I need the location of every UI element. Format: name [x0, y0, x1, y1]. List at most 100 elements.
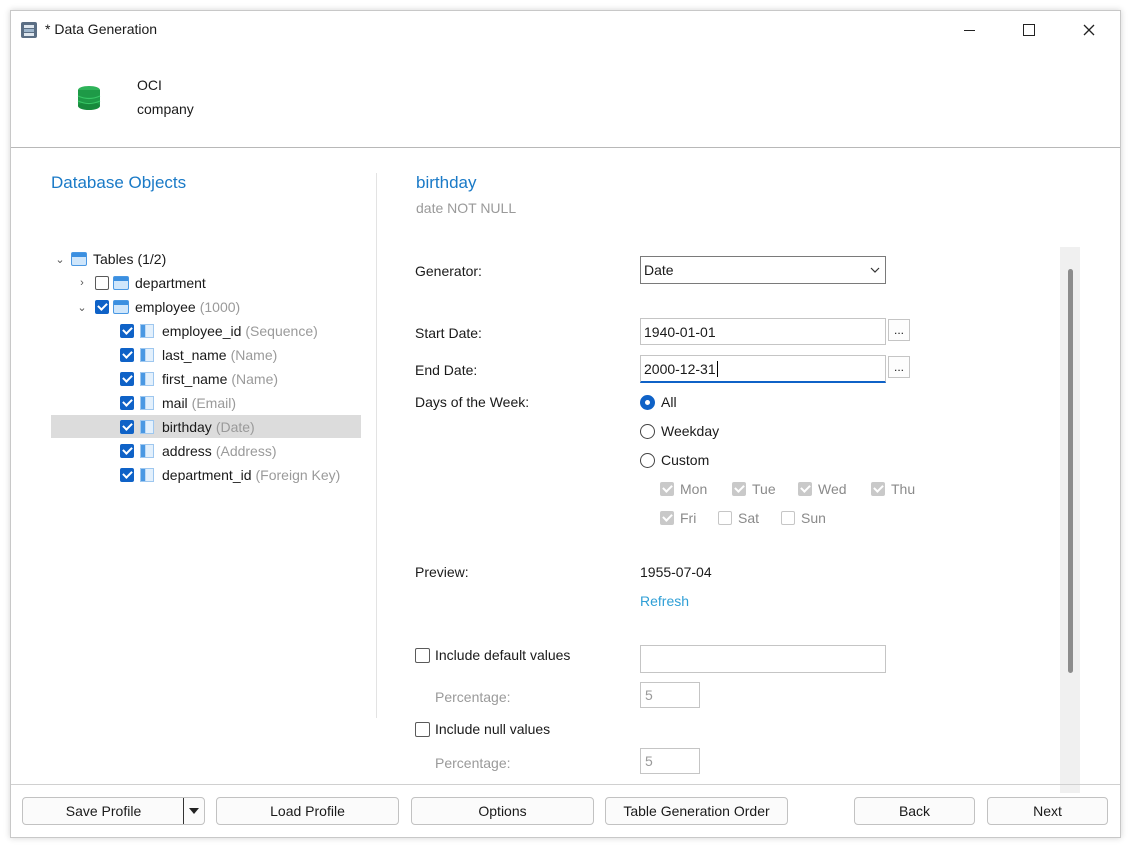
- day-thu-checkbox[interactable]: [871, 482, 885, 496]
- tree-node-column[interactable]: first_name (Name): [120, 368, 278, 390]
- chevron-down-icon[interactable]: ⌄: [53, 253, 67, 266]
- radio-weekday-label: Weekday: [661, 423, 720, 439]
- day-wed-checkbox[interactable]: [798, 482, 812, 496]
- tree-node-department[interactable]: › department: [75, 272, 206, 294]
- minimize-icon: [963, 29, 975, 31]
- day-wed[interactable]: Wed: [798, 481, 847, 497]
- app-icon: [21, 22, 37, 38]
- radio-all[interactable]: All: [640, 394, 677, 410]
- column-label: mail: [162, 395, 188, 411]
- minimize-button[interactable]: [946, 11, 992, 49]
- day-sun-label: Sun: [801, 510, 826, 526]
- day-fri[interactable]: Fri: [660, 510, 696, 526]
- day-fri-label: Fri: [680, 510, 697, 526]
- column-generator: (Foreign Key): [255, 467, 341, 483]
- tables-icon: [71, 252, 87, 266]
- end-date-browse-button[interactable]: ...: [888, 356, 910, 378]
- close-button[interactable]: [1066, 11, 1112, 49]
- radio-weekday-button[interactable]: [640, 423, 655, 439]
- save-profile-dropdown[interactable]: [183, 798, 204, 824]
- day-fri-checkbox[interactable]: [660, 511, 674, 525]
- generator-select[interactable]: Date: [640, 256, 886, 284]
- tree-node-column[interactable]: last_name (Name): [120, 344, 277, 366]
- tables-label: Tables: [93, 251, 134, 267]
- refresh-link[interactable]: Refresh: [640, 593, 689, 609]
- maximize-button[interactable]: [1006, 11, 1052, 49]
- column-checkbox[interactable]: [120, 396, 134, 410]
- employee-checkbox[interactable]: [95, 300, 109, 314]
- title-bar: * Data Generation: [11, 11, 1120, 49]
- start-date-browse-button[interactable]: ...: [888, 319, 910, 341]
- default-percentage-label: Percentage:: [435, 689, 511, 705]
- include-default-checkbox[interactable]: [415, 647, 430, 663]
- objects-heading: Database Objects: [51, 173, 187, 192]
- day-sun-checkbox[interactable]: [781, 511, 795, 525]
- day-sat[interactable]: Sat: [718, 510, 759, 526]
- radio-custom[interactable]: Custom: [640, 452, 709, 468]
- default-percentage-input[interactable]: 5: [640, 682, 700, 708]
- tree-node-tables[interactable]: ⌄ Tables (1/2): [53, 248, 166, 270]
- radio-all-button[interactable]: [640, 394, 655, 410]
- tree-node-column[interactable]: address (Address): [120, 440, 277, 462]
- column-generator: (Sequence): [245, 323, 318, 339]
- tree-node-employee[interactable]: ⌄ employee (1000): [75, 296, 240, 318]
- radio-weekday[interactable]: Weekday: [640, 423, 719, 439]
- table-icon: [113, 300, 129, 314]
- radio-custom-button[interactable]: [640, 452, 655, 468]
- column-checkbox[interactable]: [120, 324, 134, 338]
- tree-node-column-selected[interactable]: birthday (Date): [120, 416, 255, 438]
- day-mon[interactable]: Mon: [660, 481, 707, 497]
- column-checkbox[interactable]: [120, 468, 134, 482]
- column-label: birthday: [162, 419, 212, 435]
- day-tue[interactable]: Tue: [732, 481, 776, 497]
- column-generator: (Address): [215, 443, 277, 459]
- text-cursor: [716, 360, 718, 377]
- radio-custom-label: Custom: [661, 452, 710, 468]
- tree-node-column[interactable]: employee_id (Sequence): [120, 320, 318, 342]
- include-default-label: Include default values: [435, 647, 571, 663]
- column-heading: birthday: [416, 173, 477, 192]
- footer-divider: [11, 784, 1120, 785]
- include-null-option[interactable]: Include null values: [415, 721, 550, 737]
- include-default-option[interactable]: Include default values: [415, 647, 570, 663]
- department-checkbox[interactable]: [95, 276, 109, 290]
- column-label: department_id: [162, 467, 252, 483]
- column-checkbox[interactable]: [120, 420, 134, 434]
- connection-name: OCI: [137, 77, 162, 93]
- column-generator: (Name): [230, 347, 278, 363]
- start-date-input[interactable]: 1940-01-01: [640, 318, 886, 345]
- save-profile-button[interactable]: Save Profile: [22, 797, 205, 825]
- next-button[interactable]: Next: [987, 797, 1108, 825]
- table-icon: [113, 276, 129, 290]
- database-name: company: [137, 101, 194, 117]
- day-tue-label: Tue: [752, 481, 776, 497]
- column-label: employee_id: [162, 323, 242, 339]
- day-sun[interactable]: Sun: [781, 510, 826, 526]
- triangle-down-icon: [189, 808, 199, 814]
- day-sat-label: Sat: [738, 510, 760, 526]
- maximize-icon: [1023, 24, 1035, 36]
- database-icon: [77, 86, 101, 110]
- day-mon-checkbox[interactable]: [660, 482, 674, 496]
- back-button[interactable]: Back: [854, 797, 975, 825]
- include-null-checkbox[interactable]: [415, 721, 430, 737]
- load-profile-button[interactable]: Load Profile: [216, 797, 399, 825]
- column-checkbox[interactable]: [120, 444, 134, 458]
- day-sat-checkbox[interactable]: [718, 511, 732, 525]
- chevron-right-icon[interactable]: ›: [75, 277, 89, 289]
- details-scrollbar-thumb[interactable]: [1068, 269, 1073, 673]
- column-checkbox[interactable]: [120, 372, 134, 386]
- chevron-down-icon[interactable]: ⌄: [75, 301, 89, 314]
- column-checkbox[interactable]: [120, 348, 134, 362]
- day-thu-label: Thu: [891, 481, 916, 497]
- tree-node-column[interactable]: mail (Email): [120, 392, 236, 414]
- tree-node-column[interactable]: department_id (Foreign Key): [120, 464, 340, 486]
- end-date-input[interactable]: 2000-12-31: [640, 355, 886, 383]
- day-tue-checkbox[interactable]: [732, 482, 746, 496]
- end-date-value: 2000-12-31: [644, 360, 716, 377]
- day-thu[interactable]: Thu: [871, 481, 915, 497]
- null-percentage-input[interactable]: 5: [640, 748, 700, 774]
- default-value-input[interactable]: [640, 645, 886, 673]
- options-button[interactable]: Options: [411, 797, 594, 825]
- table-generation-order-button[interactable]: Table Generation Order: [605, 797, 788, 825]
